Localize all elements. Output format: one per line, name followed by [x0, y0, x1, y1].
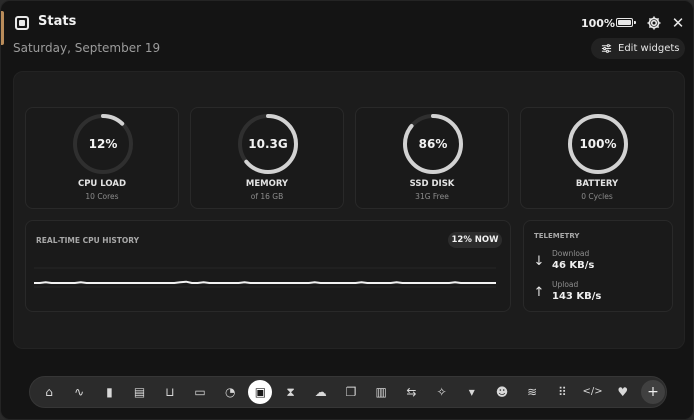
memory-card: 10.3G MEMORY of 16 GB [190, 107, 344, 209]
line-chart-icon[interactable]: ∿ [67, 380, 91, 404]
cpu-history-widget: REAL-TIME CPU HISTORY 12% NOW [25, 220, 511, 312]
timer-icon[interactable]: ◔ [218, 380, 242, 404]
memory-total-text: of 16 GB [250, 192, 284, 201]
code-icon[interactable]: </> [581, 380, 605, 404]
battery-value: 100% [579, 137, 617, 151]
download-value: 46 KB/s [552, 260, 595, 271]
book-icon[interactable]: ▥ [369, 380, 393, 404]
cpu-icon[interactable]: ▣ [248, 380, 273, 404]
telemetry-title: TELEMETRY [534, 232, 580, 240]
cpu-load-label: CPU LOAD [77, 179, 127, 189]
weather-icon[interactable]: ☁ [309, 380, 333, 404]
bookmark-icon[interactable]: ▾ [460, 380, 484, 404]
ssd-disk-value: 86% [418, 137, 448, 151]
edit-widgets-button[interactable]: Edit widgets [591, 38, 685, 59]
battery-label: BATTERY [575, 179, 619, 189]
memory-label: MEMORY [245, 179, 289, 189]
inbox-icon[interactable]: ⊔ [158, 380, 182, 404]
battery-cycles-text: 0 Cycles [581, 192, 613, 201]
cpu-now-badge: 12% NOW [448, 232, 502, 248]
download-arrow-icon: ↓ [533, 254, 545, 269]
telemetry-widget: TELEMETRY ↓ Download 46 KB/s ↑ Upload 14… [523, 220, 673, 312]
documents-icon[interactable]: ❐ [339, 380, 363, 404]
window-icon[interactable]: ▭ [188, 380, 212, 404]
cpu-chip-icon [15, 16, 29, 30]
battery-card: 100% BATTERY 0 Cycles [520, 107, 674, 209]
magic-wand-icon[interactable]: ✧ [430, 380, 454, 404]
cpu-history-chart [34, 267, 496, 288]
grid-icon[interactable]: ⠿ [550, 380, 574, 404]
upload-label: Upload [552, 280, 579, 289]
transfer-icon[interactable]: ⇆ [399, 380, 423, 404]
close-icon[interactable]: ✕ [671, 15, 685, 31]
upload-value: 143 KB/s [552, 291, 602, 302]
cpu-cores-text: 10 Cores [85, 192, 119, 201]
edit-widgets-label: Edit widgets [618, 43, 680, 54]
battery-percent: 100% [581, 17, 615, 30]
memory-value: 10.3G [248, 137, 288, 151]
smiley-icon[interactable]: ☻ [490, 380, 514, 404]
hourglass-icon[interactable]: ⧗ [279, 380, 303, 404]
cpu-load-value: 12% [88, 137, 118, 151]
audio-wave-icon[interactable]: ≋ [520, 380, 544, 404]
bar-chart-icon[interactable]: ▮ [97, 380, 121, 404]
home-icon[interactable]: ⌂ [37, 380, 61, 404]
gear-icon[interactable] [646, 15, 662, 31]
ssd-disk-label: SSD DISK [409, 179, 455, 189]
plus-icon[interactable]: + [641, 380, 665, 404]
cpu-history-title: REAL-TIME CPU HISTORY [36, 236, 140, 245]
cpu-load-card: 12% CPU LOAD 10 Cores [25, 107, 179, 209]
cpu-history-line [34, 280, 496, 284]
ssd-free-text: 31G Free [415, 192, 449, 201]
app-title: Stats [38, 14, 77, 29]
battery-icon [616, 18, 636, 27]
ssd-disk-card: 86% SSD DISK 31G Free [355, 107, 509, 209]
date-label: Saturday, September 19 [13, 41, 161, 55]
calendar-icon[interactable]: ▤ [128, 380, 152, 404]
download-label: Download [552, 249, 590, 258]
stats-window: Stats Saturday, September 19 100% ✕ Edit… [0, 0, 694, 420]
widgets-panel: 12% CPU LOAD 10 Cores 10.3G MEMORY of 16… [13, 71, 685, 349]
heart-icon[interactable]: ♥ [611, 380, 635, 404]
widget-dock: ⌂ ∿ ▮ ▤ ⊔ ▭ ◔ ▣ ⧗ ☁ ❐ ▥ ⇆ ✧ ▾ ☻ ≋ ⠿ </> ♥ + [29, 376, 667, 408]
title-bar: Stats Saturday, September 19 100% ✕ Edit… [1, 1, 693, 71]
upload-arrow-icon: ↑ [533, 285, 545, 300]
sliders-icon [601, 44, 612, 53]
